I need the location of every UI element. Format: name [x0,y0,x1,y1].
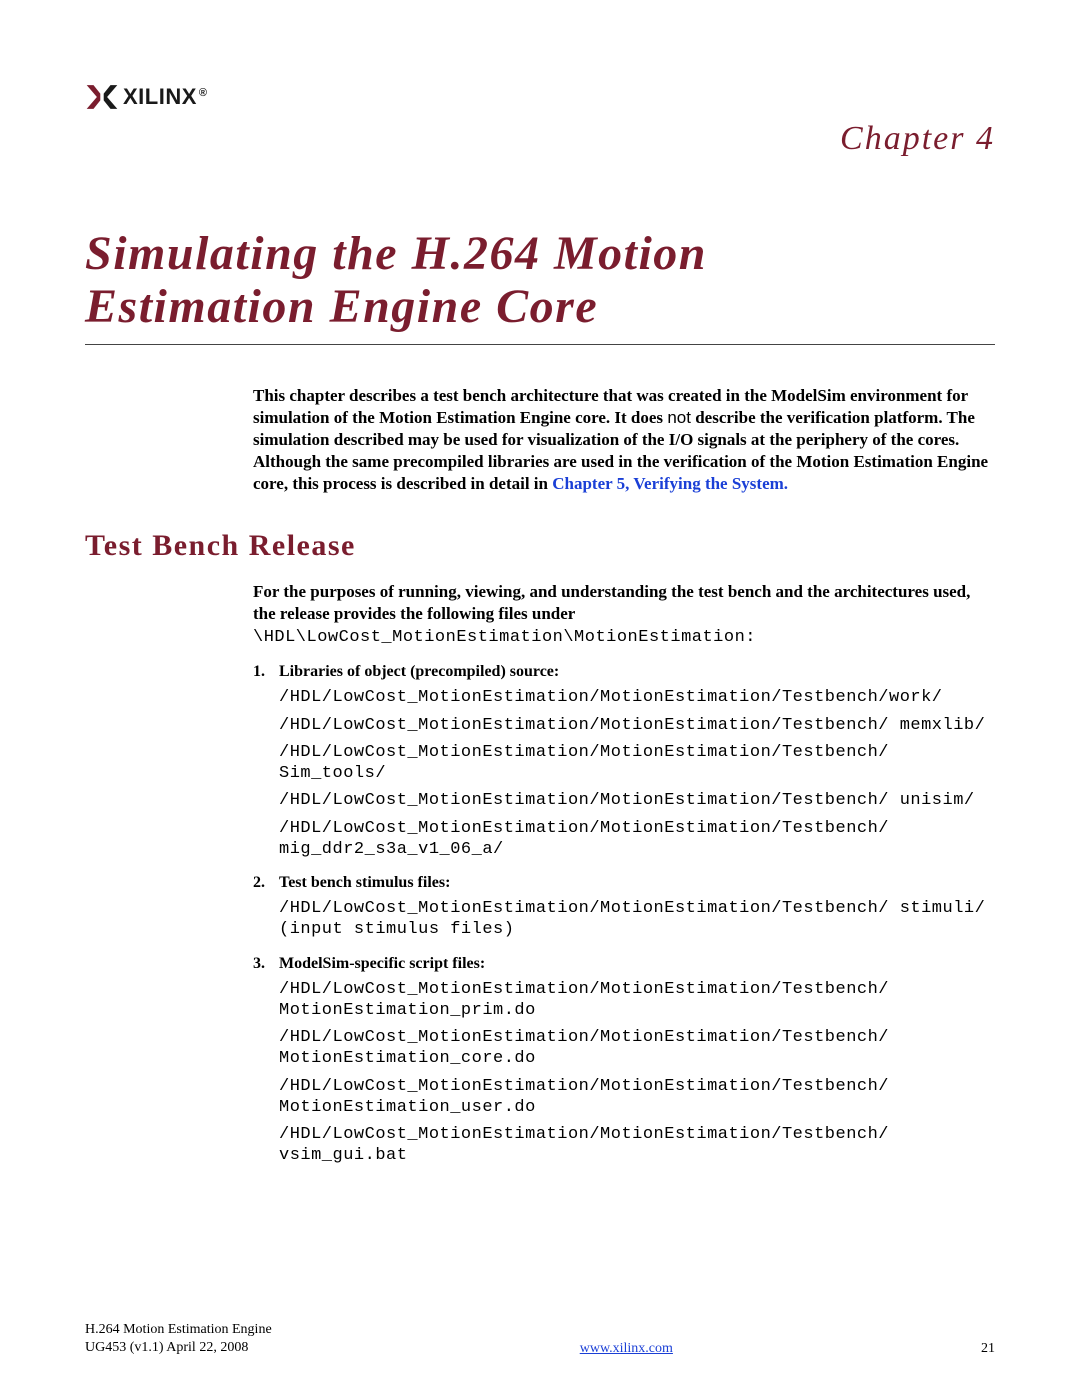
xilinx-logo-icon [85,80,119,114]
path: /HDL/LowCost_MotionEstimation/MotionEsti… [279,715,995,736]
list-item-3-title: 3.ModelSim-specific script files: [253,955,995,973]
path: /HDL/LowCost_MotionEstimation/MotionEsti… [279,742,995,785]
page-footer: H.264 Motion Estimation Engine UG453 (v1… [85,1321,995,1357]
path: /HDL/LowCost_MotionEstimation/MotionEsti… [279,1124,995,1167]
chapter-label: Chapter 4 [840,120,995,158]
list-item-1-title: 1.Libraries of object (precompiled) sour… [253,663,995,681]
footer-doc-info: H.264 Motion Estimation Engine UG453 (v1… [85,1321,272,1357]
path: /HDL/LowCost_MotionEstimation/MotionEsti… [279,818,995,861]
title-line-1: Simulating the H.264 Motion [85,227,707,280]
cross-reference-link[interactable]: Chapter 5, Verifying the System. [552,474,788,493]
base-path: \HDL\LowCost_MotionEstimation\MotionEsti… [253,628,756,647]
xilinx-logo: XILINX® [85,80,208,114]
section-intro: For the purposes of running, viewing, an… [253,581,995,649]
path: /HDL/LowCost_MotionEstimation/MotionEsti… [279,790,995,811]
path: /HDL/LowCost_MotionEstimation/MotionEsti… [279,898,995,941]
footer-page-number: 21 [981,1341,995,1357]
list-item-2-title: 2.Test bench stimulus files: [253,874,995,892]
logo-text: XILINX® [123,84,208,110]
section-heading-test-bench-release: Test Bench Release [85,529,995,563]
file-list: 1.Libraries of object (precompiled) sour… [253,663,995,1166]
path: /HDL/LowCost_MotionEstimation/MotionEsti… [279,979,995,1022]
page-content: XILINX® Chapter 4 Simulating the H.264 M… [0,0,1080,1167]
document-title: Simulating the H.264 Motion Estimation E… [85,228,995,334]
path: /HDL/LowCost_MotionEstimation/MotionEsti… [279,1027,995,1070]
path: /HDL/LowCost_MotionEstimation/MotionEsti… [279,687,995,708]
intro-paragraph: This chapter describes a test bench arch… [253,385,995,495]
footer-doc-title: H.264 Motion Estimation Engine [85,1321,272,1339]
page-header: XILINX® Chapter 4 [85,80,995,158]
title-rule [85,344,995,345]
footer-doc-id: UG453 (v1.1) April 22, 2008 [85,1339,272,1357]
footer-url-link[interactable]: www.xilinx.com [580,1341,673,1357]
title-line-2: Estimation Engine Core [85,280,598,333]
path: /HDL/LowCost_MotionEstimation/MotionEsti… [279,1076,995,1119]
